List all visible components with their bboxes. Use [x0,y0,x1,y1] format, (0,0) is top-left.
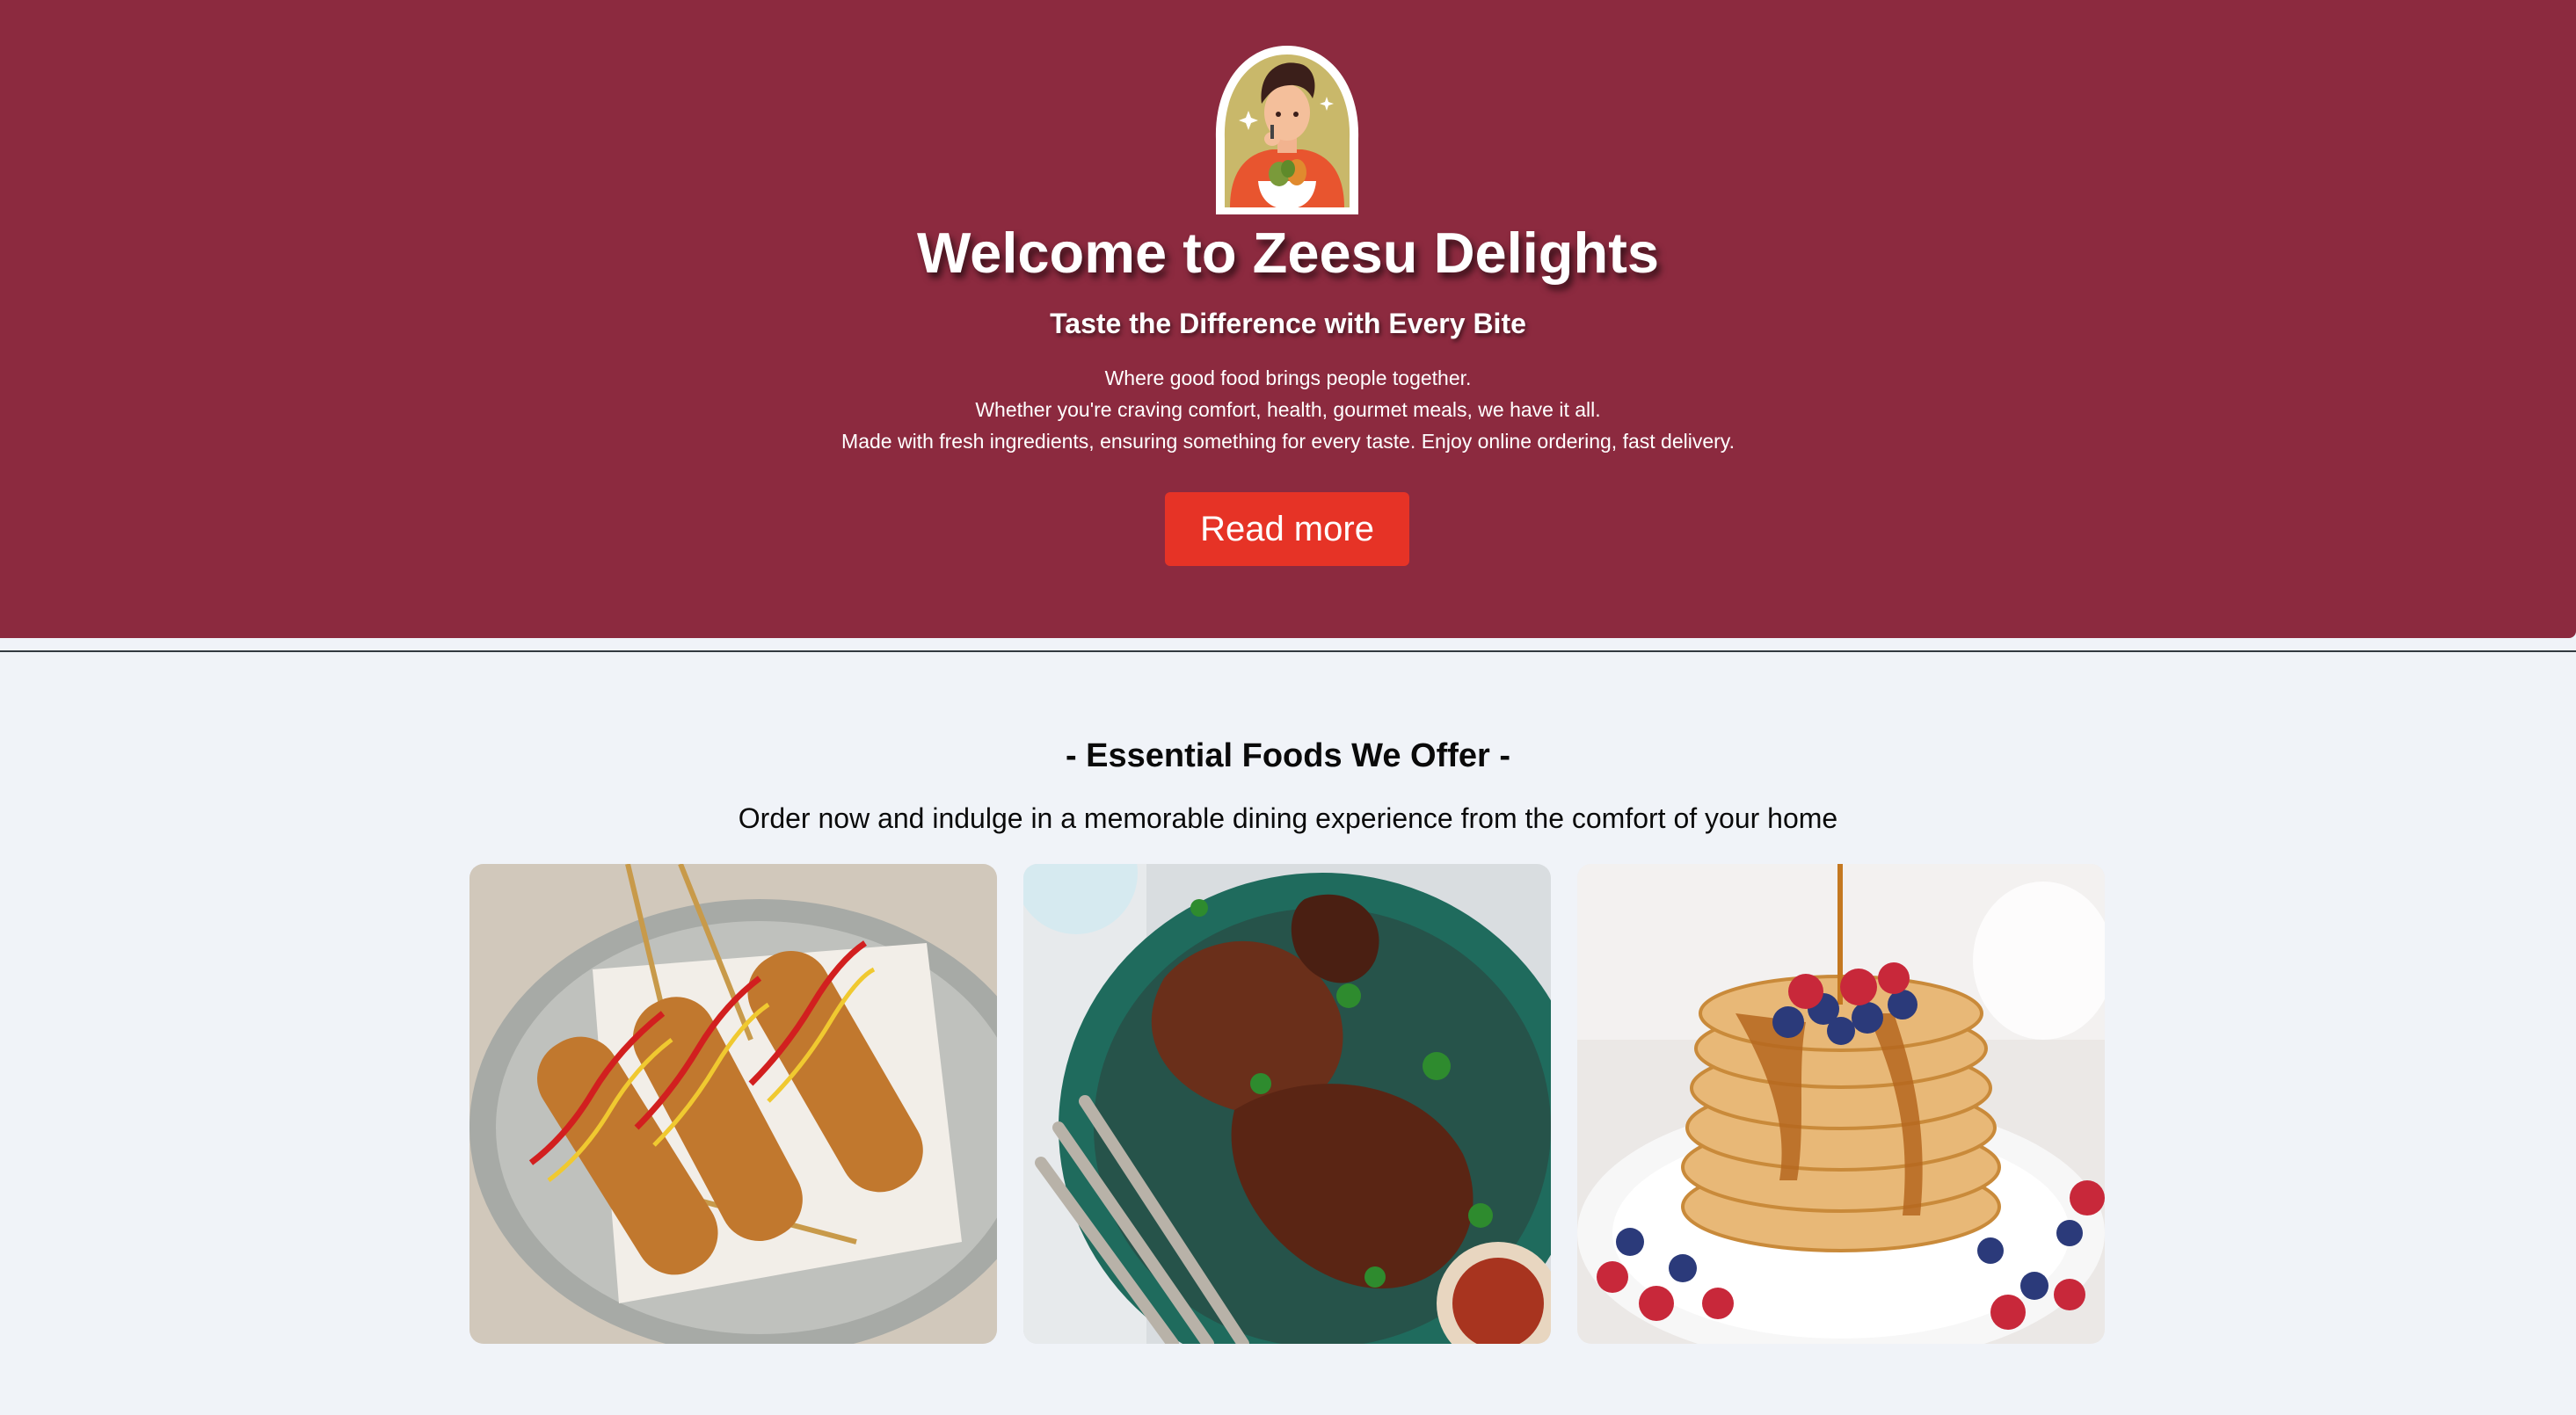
description-line: Whether you're craving comfort, health, … [975,398,1601,421]
read-more-button[interactable]: Read more [1165,492,1409,566]
corn-dogs-photo [469,864,997,1344]
section-title: - Essential Foods We Offer - [1065,737,1511,774]
berry-pancakes-photo [1577,864,2105,1344]
hero-banner: Welcome to Zeesu Delights Taste the Diff… [0,0,2576,638]
section-subtitle: Order now and indulge in a memorable din… [738,802,1838,834]
food-card-grilled-chicken[interactable] [1023,864,1551,1344]
hero-description: Where good food brings people together. … [0,362,2576,457]
description-line: Made with fresh ingredients, ensuring so… [841,430,1735,453]
food-card-corn-dogs[interactable] [469,864,997,1344]
chef-eating-salad-logo [1215,46,1359,214]
hero-title: Welcome to Zeesu Delights [917,221,1659,285]
food-card-berry-pancakes[interactable] [1577,864,2105,1344]
section-divider [0,650,2576,652]
hero-subtitle: Taste the Difference with Every Bite [1050,308,1526,339]
description-line: Where good food brings people together. [1104,366,1472,389]
grilled-chicken-photo [1023,864,1551,1344]
